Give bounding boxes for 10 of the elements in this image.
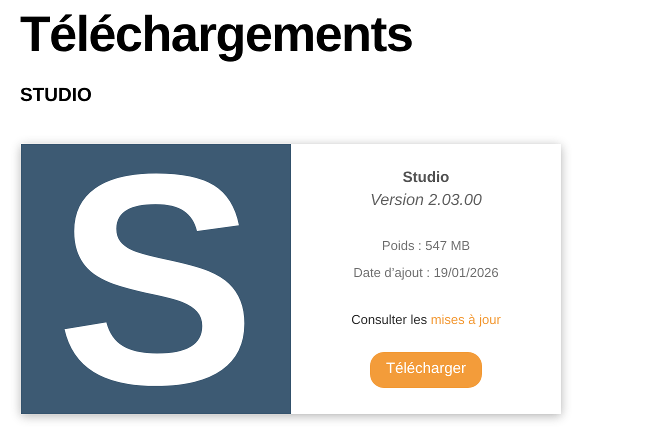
file-size: Poids : 547 MB: [382, 236, 470, 254]
app-name: Studio: [402, 168, 450, 188]
date-added: Date d’ajout : 19/01/2026: [353, 264, 499, 282]
updates-text: Consulter les mises à jour: [351, 310, 501, 328]
app-version: Version 2.03.00: [370, 190, 482, 210]
updates-link[interactable]: mises à jour: [430, 312, 501, 326]
page-title: Téléchargements: [20, 5, 413, 64]
section-heading: STUDIO: [20, 84, 92, 108]
app-logo: S: [21, 144, 291, 414]
download-button[interactable]: Télécharger: [370, 352, 482, 388]
